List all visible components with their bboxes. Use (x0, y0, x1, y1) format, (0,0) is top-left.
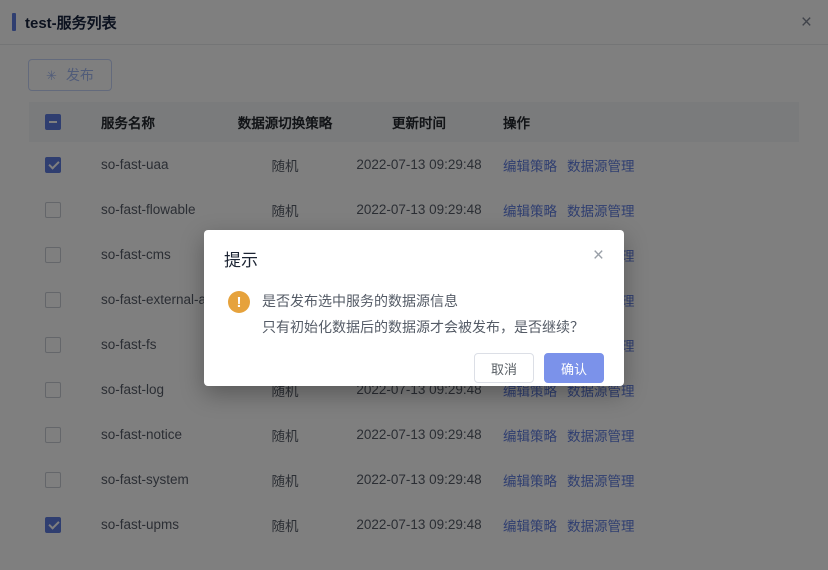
dialog-message-line2: 只有初始化数据后的数据源才会被发布，是否继续？ (262, 314, 584, 340)
service-list-panel: test-服务列表 × ✳ 发布 服务名称 数据源切换策略 更新时间 操作 so… (0, 0, 828, 570)
dialog-footer: 取消 确认 (224, 353, 604, 383)
dialog-body: ! 是否发布选中服务的数据源信息 只有初始化数据后的数据源才会被发布，是否继续？ (224, 288, 604, 340)
dialog-title: 提示 (224, 246, 258, 271)
dialog-close-icon[interactable]: × (593, 246, 604, 265)
confirm-dialog: 提示 × ! 是否发布选中服务的数据源信息 只有初始化数据后的数据源才会被发布，… (204, 230, 624, 386)
dialog-header: 提示 × (224, 246, 604, 271)
confirm-button[interactable]: 确认 (544, 353, 604, 383)
cancel-button[interactable]: 取消 (474, 353, 534, 383)
dialog-message-line1: 是否发布选中服务的数据源信息 (262, 288, 584, 314)
warning-icon: ! (228, 291, 250, 313)
dialog-message: 是否发布选中服务的数据源信息 只有初始化数据后的数据源才会被发布，是否继续？ (262, 288, 584, 340)
